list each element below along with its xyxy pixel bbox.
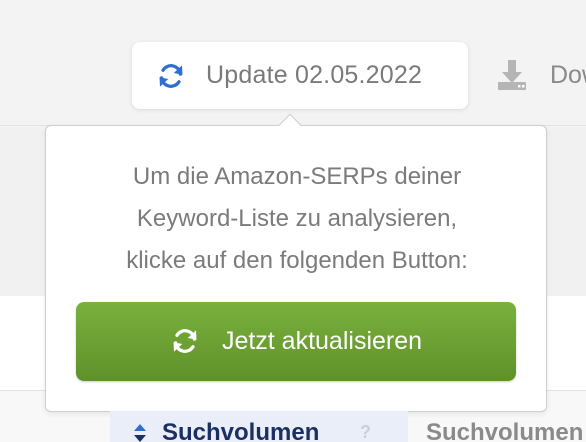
refresh-icon [154,59,188,93]
update-label: Update 02.05.2022 [206,61,423,89]
column-header-label: Suchvolumen [162,419,320,442]
help-icon[interactable]: ? [360,422,371,442]
download-icon [496,58,528,92]
update-button[interactable]: Update 02.05.2022 [132,42,468,109]
popover-message-line: Keyword-Liste zu analysieren, [136,205,458,232]
refresh-now-label: Jetzt aktualisieren [221,327,423,355]
column-header-search-volume-2[interactable]: Suchvolumen [408,411,586,442]
column-header-search-volume[interactable]: Suchvolumen ? [110,411,408,442]
popover-message-line: Um die Amazon-SERPs deiner [132,163,462,190]
sort-icon [132,423,148,442]
refresh-icon [170,326,202,358]
update-popover: Um die Amazon-SERPs deiner Keyword-Liste… [45,113,547,412]
popover-message: Um die Amazon-SERPs deiner Keyword-Liste… [66,156,528,282]
refresh-now-button[interactable]: Jetzt aktualisieren [76,302,516,381]
download-label: Dow [550,60,586,89]
download-button[interactable]: Dow [496,58,586,92]
column-header-label: Suchvolumen [426,419,584,442]
popover-message-line: klicke auf den folgenden Button: [126,247,468,274]
